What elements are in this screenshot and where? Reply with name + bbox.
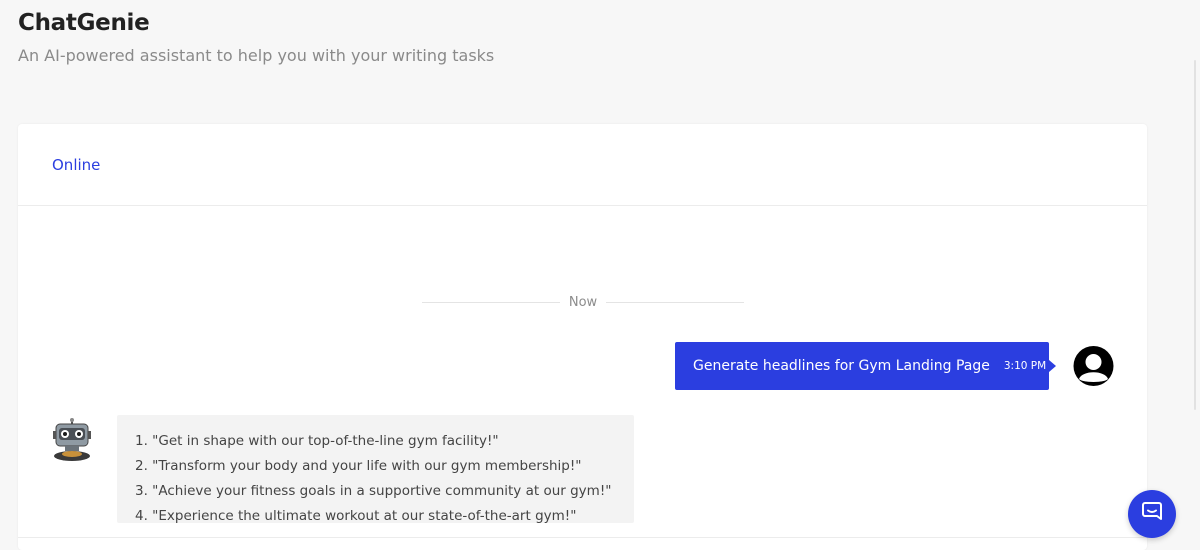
page-scrollbar[interactable] xyxy=(1188,0,1200,550)
chat-bubble-icon xyxy=(1140,500,1164,528)
online-status: Online xyxy=(52,155,101,174)
divider-line-right xyxy=(606,302,744,303)
robot-avatar-icon xyxy=(52,418,92,462)
user-message-text: Generate headlines for Gym Landing Page xyxy=(693,358,990,374)
chat-header: Online xyxy=(18,124,1147,206)
scrollbar-thumb[interactable] xyxy=(1194,60,1196,410)
headline-item: 3. "Achieve your fitness goals in a supp… xyxy=(135,483,612,499)
app-title: ChatGenie xyxy=(18,10,150,36)
app-header: ChatGenie An AI-powered assistant to hel… xyxy=(18,10,494,65)
user-message-bubble: Generate headlines for Gym Landing Page … xyxy=(675,342,1056,390)
time-divider: Now xyxy=(422,295,744,310)
headline-item: 2. "Transform your body and your life wi… xyxy=(135,458,582,474)
bot-message-bubble: 1. "Get in shape with our top-of-the-lin… xyxy=(117,415,634,523)
message-timestamp: 3:10 PM xyxy=(1003,360,1047,372)
composer-divider xyxy=(18,537,1147,538)
chat-launcher-button[interactable] xyxy=(1128,490,1176,538)
bubble-tail xyxy=(1049,360,1056,372)
chat-window: Online Now Generate headlines for Gym La… xyxy=(18,124,1147,550)
headline-item: 1. "Get in shape with our top-of-the-lin… xyxy=(135,433,499,449)
headline-item: 4. "Experience the ultimate workout at o… xyxy=(135,508,577,523)
app-subtitle: An AI-powered assistant to help you with… xyxy=(18,46,495,65)
user-avatar-icon[interactable] xyxy=(1069,346,1118,386)
